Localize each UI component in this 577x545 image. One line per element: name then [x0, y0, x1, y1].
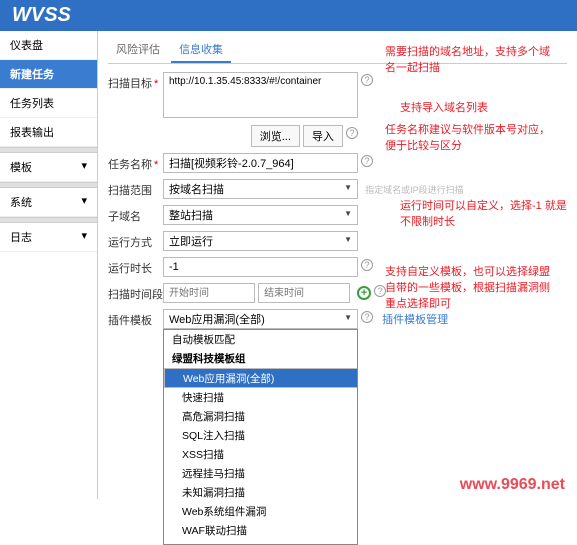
- duration-input[interactable]: [163, 257, 358, 277]
- template-manage-link[interactable]: 插件模板管理: [382, 314, 448, 326]
- row-scope: 扫描范围 指定域名或IP段进行扫描: [108, 179, 567, 199]
- label-window: 扫描时间段: [108, 283, 163, 302]
- annotation-target: 需要扫描的域名地址，支持多个域名一起扫描: [385, 44, 555, 76]
- label-duration: 运行时长: [108, 257, 163, 276]
- dropdown-item[interactable]: XSS扫描: [164, 445, 357, 464]
- template-dropdown[interactable]: 自动模板匹配绿盟科技模板组Web应用漏洞(全部)快速扫描高危漏洞扫描SQL注入扫…: [163, 329, 358, 545]
- mode-select[interactable]: [163, 231, 358, 251]
- tab-risk[interactable]: 风险评估: [108, 37, 168, 61]
- row-template: 插件模板 ? 插件模板管理 自动模板匹配绿盟科技模板组Web应用漏洞(全部)快速…: [108, 309, 567, 329]
- help-icon[interactable]: ?: [361, 311, 373, 323]
- annotation-template: 支持自定义模板，也可以选择绿盟自带的一些模板，根据扫描漏洞侧重点选择即可: [385, 264, 555, 312]
- browse-button[interactable]: 浏览...: [251, 125, 300, 147]
- dropdown-item[interactable]: WAF联动扫描: [164, 521, 357, 540]
- sidebar-item-dashboard[interactable]: 仪表盘: [0, 31, 97, 60]
- row-name: 任务名称* ?: [108, 153, 567, 173]
- watermark: www.9969.net: [460, 476, 565, 494]
- tab-info[interactable]: 信息收集: [171, 37, 231, 63]
- dropdown-item[interactable]: 自动模板匹配: [164, 330, 357, 349]
- annotation-name: 任务名称建议与软件版本号对应，便于比较与区分: [385, 122, 555, 154]
- subdomain-select[interactable]: [163, 205, 358, 225]
- help-icon[interactable]: ?: [361, 259, 373, 271]
- scope-select[interactable]: [163, 179, 358, 199]
- add-window-button[interactable]: +: [357, 286, 371, 300]
- help-icon[interactable]: ?: [346, 127, 358, 139]
- dropdown-item[interactable]: 高危漏洞扫描: [164, 407, 357, 426]
- target-input[interactable]: http://10.1.35.45:8333/#!/container: [163, 72, 358, 118]
- dropdown-item[interactable]: 远程挂马扫描: [164, 464, 357, 483]
- start-time-input[interactable]: [163, 283, 255, 303]
- row-mode: 运行方式: [108, 231, 567, 251]
- dropdown-item[interactable]: 绿盟科技模板组: [164, 349, 357, 368]
- app-title: WVSS: [12, 4, 71, 26]
- label-name: 任务名称*: [108, 153, 163, 172]
- task-name-input[interactable]: [163, 153, 358, 173]
- dropdown-item[interactable]: Web应用漏洞(全部): [164, 368, 358, 388]
- app-header: WVSS: [0, 0, 577, 31]
- label-target: 扫描目标*: [108, 72, 163, 91]
- annotation-import: 支持导入域名列表: [400, 100, 570, 116]
- label-template: 插件模板: [108, 309, 163, 328]
- sidebar-group-log[interactable]: 日志 ▾: [0, 223, 97, 252]
- import-button[interactable]: 导入: [303, 125, 343, 147]
- help-icon[interactable]: ?: [361, 155, 373, 167]
- label-mode: 运行方式: [108, 231, 163, 250]
- dropdown-item[interactable]: 高中危漏洞扫描: [164, 540, 357, 545]
- dropdown-item[interactable]: SQL注入扫描: [164, 426, 357, 445]
- label-subdomain: 子域名: [108, 205, 163, 224]
- sidebar-item-report[interactable]: 报表输出: [0, 118, 97, 147]
- sidebar-group-system[interactable]: 系统 ▾: [0, 188, 97, 217]
- annotation-duration: 运行时间可以自定义，选择-1 就是不限制时长: [400, 198, 570, 230]
- end-time-input[interactable]: [258, 283, 350, 303]
- sidebar: 仪表盘 新建任务 任务列表 报表输出 模板 ▾ 系统 ▾ 日志 ▾: [0, 31, 98, 499]
- dropdown-item[interactable]: 未知漏洞扫描: [164, 483, 357, 502]
- dropdown-item[interactable]: Web系统组件漏洞: [164, 502, 357, 521]
- help-icon[interactable]: ?: [361, 74, 373, 86]
- sidebar-item-task-list[interactable]: 任务列表: [0, 89, 97, 118]
- scope-hint: 指定域名或IP段进行扫描: [365, 183, 464, 196]
- dropdown-item[interactable]: 快速扫描: [164, 388, 357, 407]
- sidebar-group-template[interactable]: 模板 ▾: [0, 153, 97, 182]
- template-select[interactable]: [163, 309, 358, 329]
- sidebar-item-new-task[interactable]: 新建任务: [0, 60, 97, 89]
- label-scope: 扫描范围: [108, 179, 163, 198]
